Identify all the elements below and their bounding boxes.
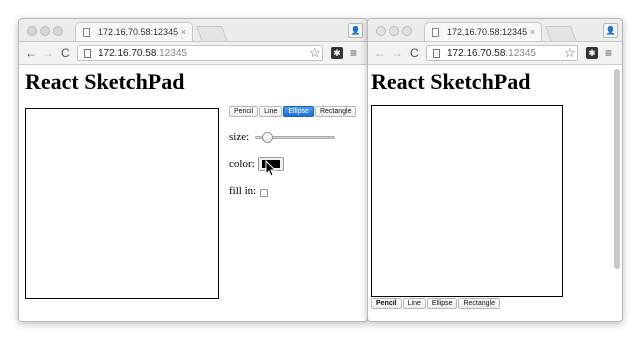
vertical-scrollbar[interactable] bbox=[614, 69, 620, 269]
tool-pencil-button[interactable]: Pencil bbox=[371, 298, 402, 309]
zoom-window-icon[interactable] bbox=[53, 26, 63, 36]
extension-icon[interactable]: ✱ bbox=[586, 47, 598, 59]
back-icon[interactable]: ← bbox=[25, 45, 37, 61]
minimize-window-icon[interactable] bbox=[389, 26, 399, 36]
page-info-icon[interactable] bbox=[433, 49, 440, 58]
fill-label: fill in: bbox=[229, 185, 257, 197]
close-tab-icon[interactable]: × bbox=[530, 23, 535, 42]
tool-selector: Pencil Line Ellipse Rectangle bbox=[229, 106, 357, 117]
tab-title: 172.16.70.58:12345 bbox=[98, 27, 179, 37]
page-title: React SketchPad bbox=[25, 69, 185, 94]
tool-rectangle-button[interactable]: Rectangle bbox=[314, 106, 357, 117]
page-info-icon[interactable] bbox=[84, 49, 91, 58]
menu-icon[interactable]: ≡ bbox=[350, 45, 357, 61]
new-tab-button[interactable] bbox=[545, 26, 577, 42]
browser-tab[interactable]: 172.16.70.58:12345 × bbox=[75, 22, 193, 41]
tool-pencil-button[interactable]: Pencil bbox=[229, 106, 259, 117]
mouse-cursor-icon bbox=[265, 159, 277, 177]
url-host: 172.16.70.58 bbox=[447, 48, 506, 59]
menu-icon[interactable]: ≡ bbox=[605, 45, 612, 61]
forward-icon[interactable]: → bbox=[42, 45, 54, 61]
tool-ellipse-button[interactable]: Ellipse bbox=[426, 298, 458, 309]
tool-line-button[interactable]: Line bbox=[259, 106, 283, 117]
close-window-icon[interactable] bbox=[27, 26, 37, 36]
fill-checkbox[interactable] bbox=[260, 189, 268, 197]
browser-window-left: 172.16.70.58:12345 × 👤 ← → C 172.16.70.5… bbox=[18, 18, 368, 322]
page-content: React SketchPad Pencil Line Ellipse Rect… bbox=[19, 65, 367, 321]
tool-ellipse-button[interactable]: Ellipse bbox=[283, 106, 314, 117]
new-tab-button[interactable] bbox=[196, 26, 228, 42]
reload-icon[interactable]: C bbox=[61, 45, 70, 61]
browser-toolbar: ← → C 172.16.70.58:12345 ☆ ✱ ≡ bbox=[368, 42, 622, 65]
tool-line-button[interactable]: Line bbox=[402, 298, 426, 309]
close-window-icon[interactable] bbox=[376, 26, 386, 36]
size-slider-thumb[interactable] bbox=[261, 132, 273, 143]
title-bar: 172.16.70.58:12345 × 👤 bbox=[368, 19, 622, 42]
tab-title: 172.16.70.58:12345 bbox=[447, 27, 528, 37]
back-icon[interactable]: ← bbox=[374, 45, 386, 61]
close-tab-icon[interactable]: × bbox=[181, 23, 186, 42]
extension-icon[interactable]: ✱ bbox=[331, 47, 343, 59]
browser-toolbar: ← → C 172.16.70.58:12345 ☆ ✱ ≡ bbox=[19, 42, 367, 65]
browser-window-right: 172.16.70.58:12345 × 👤 ← → C 172.16.70.5… bbox=[367, 18, 623, 322]
reload-icon[interactable]: C bbox=[410, 45, 419, 61]
address-bar[interactable]: 172.16.70.58:12345 bbox=[426, 45, 578, 61]
profile-icon[interactable]: 👤 bbox=[603, 23, 618, 38]
address-bar[interactable]: 172.16.70.58:12345 bbox=[77, 45, 323, 61]
url-host: 172.16.70.58 bbox=[98, 48, 157, 59]
forward-icon[interactable]: → bbox=[391, 45, 403, 61]
title-bar: 172.16.70.58:12345 × 👤 bbox=[19, 19, 367, 42]
page-title: React SketchPad bbox=[371, 69, 531, 94]
page-icon bbox=[432, 28, 439, 37]
sketch-canvas[interactable] bbox=[25, 108, 219, 299]
tool-rectangle-button[interactable]: Rectangle bbox=[458, 298, 501, 309]
bookmark-star-icon[interactable]: ☆ bbox=[564, 45, 576, 61]
minimize-window-icon[interactable] bbox=[40, 26, 50, 36]
url-port: :12345 bbox=[505, 48, 536, 59]
url-port: :12345 bbox=[156, 48, 187, 59]
color-label: color: bbox=[229, 158, 255, 170]
size-label: size: bbox=[229, 131, 250, 143]
sketch-canvas[interactable] bbox=[371, 105, 563, 297]
tool-selector: Pencil Line Ellipse Rectangle bbox=[371, 298, 501, 309]
profile-icon[interactable]: 👤 bbox=[348, 23, 363, 38]
bookmark-star-icon[interactable]: ☆ bbox=[309, 45, 321, 61]
page-content: React SketchPad Pencil Line Ellipse Rect… bbox=[368, 65, 622, 321]
browser-tab[interactable]: 172.16.70.58:12345 × bbox=[424, 22, 542, 41]
page-icon bbox=[83, 28, 90, 37]
zoom-window-icon[interactable] bbox=[402, 26, 412, 36]
